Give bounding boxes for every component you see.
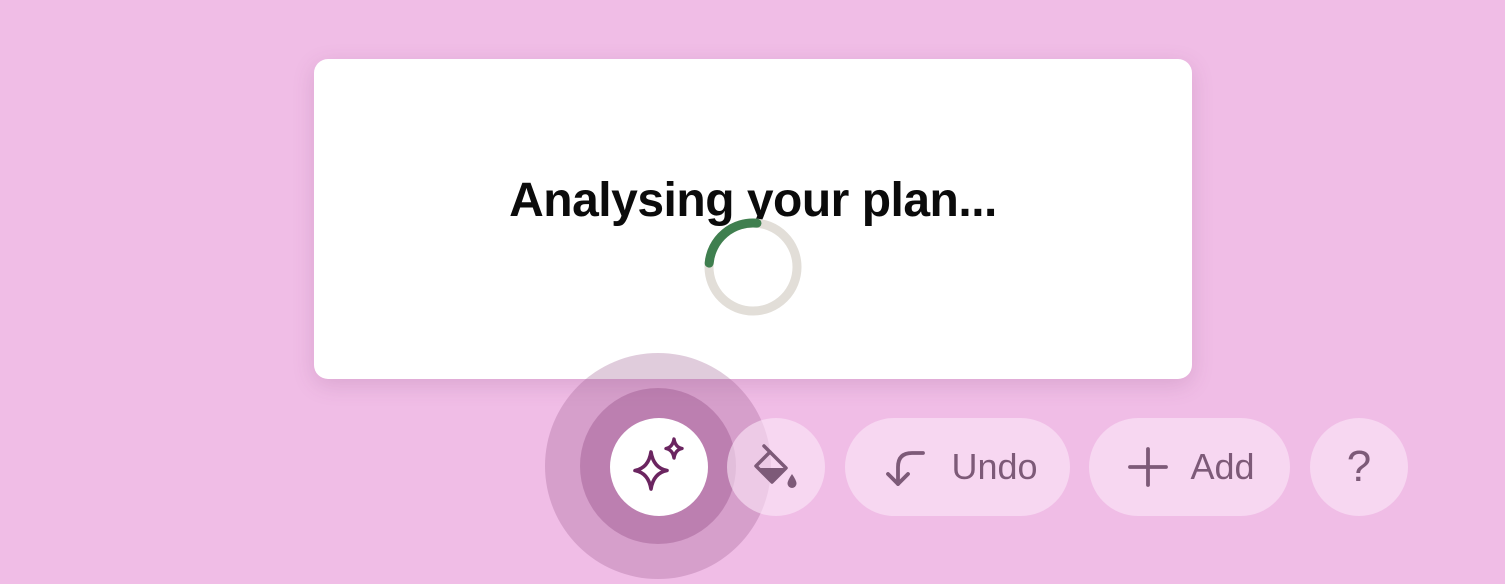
ai-assistant-button[interactable]: [610, 418, 708, 516]
add-label: Add: [1190, 446, 1255, 487]
loading-spinner: [704, 218, 802, 316]
undo-label: Undo: [951, 446, 1038, 487]
paint-bucket-icon: [754, 444, 797, 488]
undo-button[interactable]: Undo: [845, 418, 1070, 516]
paint-bucket-button[interactable]: [727, 418, 825, 516]
undo-arrow-icon: [886, 451, 926, 486]
sparkles-icon: [633, 437, 684, 491]
add-button[interactable]: Add: [1089, 418, 1290, 516]
help-button[interactable]: ?: [1310, 418, 1408, 516]
help-icon: ?: [1346, 442, 1372, 491]
plus-icon: [1128, 447, 1169, 487]
